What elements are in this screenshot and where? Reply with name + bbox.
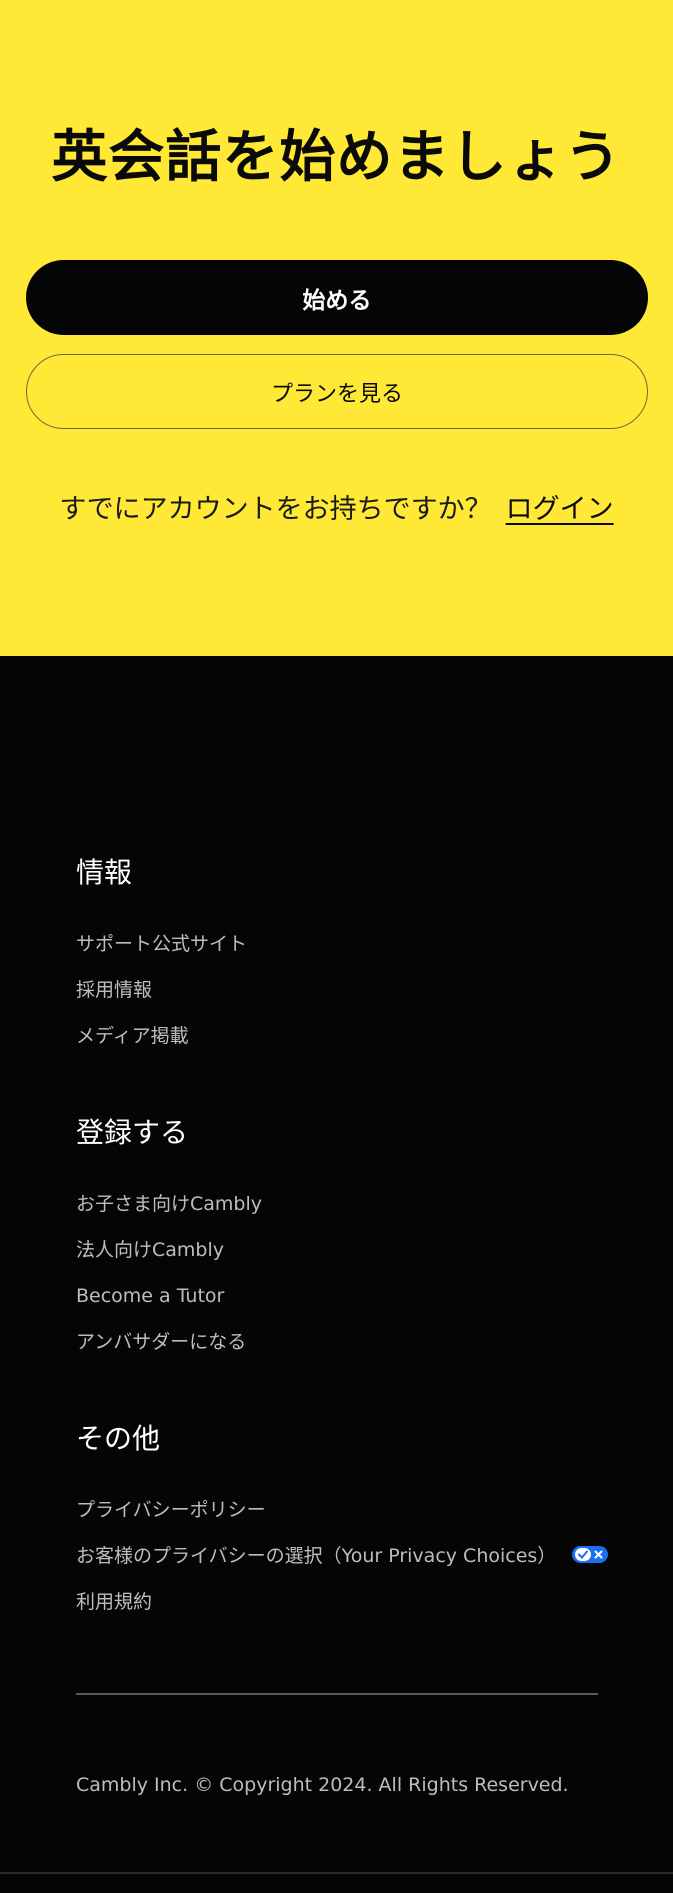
login-prompt: すでにアカウントをお持ちですか？ ログイン xyxy=(0,488,673,532)
footer-link-support[interactable]: サポート公式サイト xyxy=(76,930,247,958)
bottom-divider xyxy=(0,1872,673,1874)
footer-link-ambassador[interactable]: アンバサダーになる xyxy=(76,1328,246,1356)
footer-section-title-info: 情報 xyxy=(76,856,133,889)
footer-link-terms[interactable]: 利用規約 xyxy=(76,1588,152,1616)
copyright-text: Cambly Inc. © Copyright 2024. All Rights… xyxy=(76,1774,569,1796)
footer: 情報 サポート公式サイト 採用情報 メディア掲載 登録する お子さま向けCamb… xyxy=(0,656,673,1893)
footer-link-kids[interactable]: お子さま向けCambly xyxy=(76,1190,262,1218)
hero-title: 英会話を始めましょう xyxy=(51,125,622,190)
footer-link-privacy-choices[interactable]: お客様のプライバシーの選択（Your Privacy Choices） xyxy=(76,1545,556,1567)
footer-link-become-tutor[interactable]: Become a Tutor xyxy=(76,1282,224,1310)
footer-link-careers[interactable]: 採用情報 xyxy=(76,976,152,1004)
footer-link-privacy-choices-row[interactable]: お客様のプライバシーの選択（Your Privacy Choices） xyxy=(76,1542,609,1570)
footer-link-business[interactable]: 法人向けCambly xyxy=(76,1236,224,1264)
footer-link-media[interactable]: メディア掲載 xyxy=(76,1022,189,1050)
footer-link-privacy-policy[interactable]: プライバシーポリシー xyxy=(76,1496,266,1524)
start-button[interactable]: 始める xyxy=(26,260,648,335)
hero-section: 英会話を始めましょう 始める プランを見る すでにアカウントをお持ちですか？ ログ… xyxy=(0,0,673,656)
footer-section-title-signup: 登録する xyxy=(76,1116,189,1149)
footer-section-title-other: その他 xyxy=(76,1422,161,1455)
view-plans-button[interactable]: プランを見る xyxy=(26,354,648,429)
login-link[interactable]: ログイン xyxy=(506,494,614,525)
account-prompt-text: すでにアカウントをお持ちですか？ xyxy=(59,494,492,525)
privacy-choices-toggle-icon xyxy=(572,1546,609,1563)
footer-divider xyxy=(76,1693,598,1695)
